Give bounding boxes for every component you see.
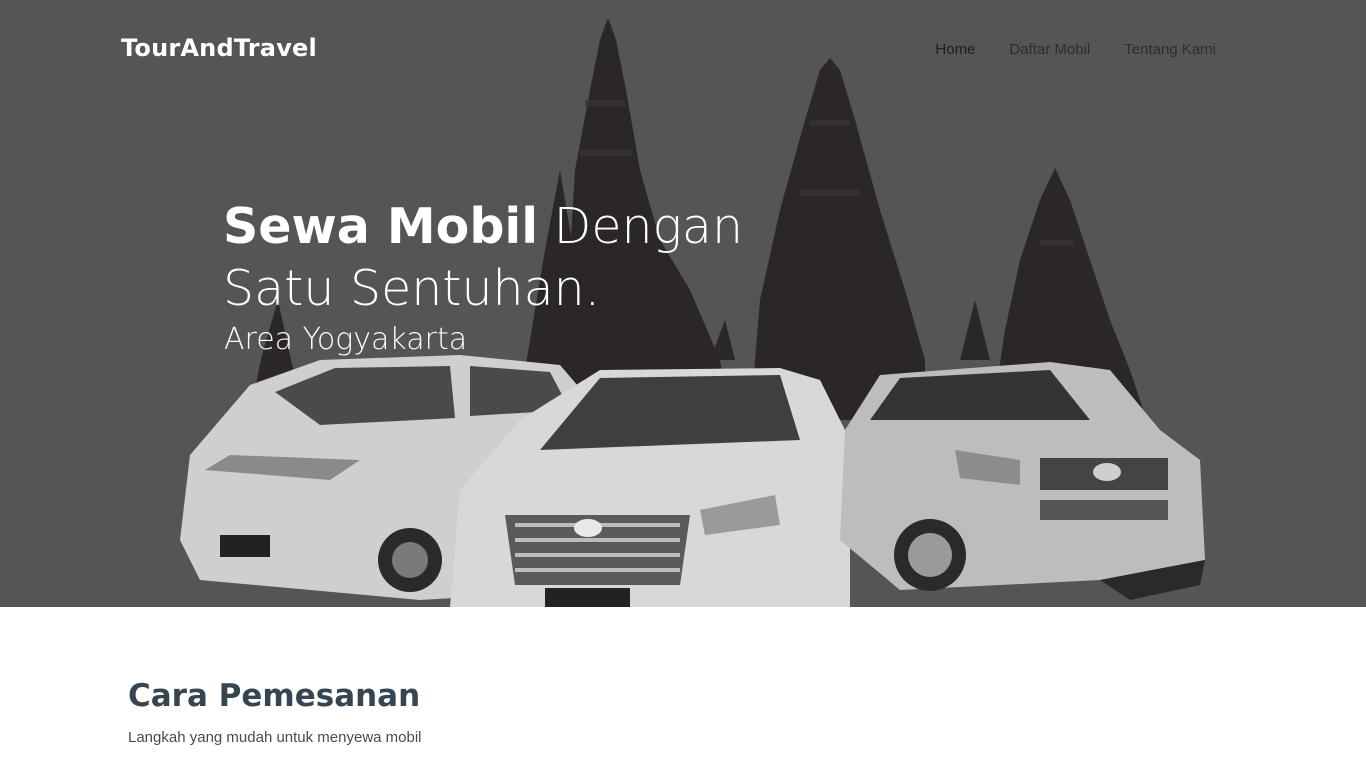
- section-title: Cara Pemesanan: [128, 678, 421, 714]
- hero-subtitle: Area Yogyakarta: [224, 322, 468, 357]
- main-nav: Home Daftar Mobil Tentang Kami: [935, 41, 1216, 58]
- hero-banner: TourAndTravel Home Daftar Mobil Tentang …: [0, 0, 1366, 607]
- hero-headline-line2: Satu Sentuhan.: [223, 260, 601, 317]
- nav-home-link[interactable]: Home: [935, 41, 975, 58]
- section-subtitle: Langkah yang mudah untuk menyewa mobil: [128, 729, 422, 746]
- hero-headline: Sewa Mobil Dengan Satu Sentuhan.: [223, 196, 743, 320]
- brand-logo[interactable]: TourAndTravel: [121, 34, 317, 62]
- nav-daftar-mobil-link[interactable]: Daftar Mobil: [1009, 41, 1090, 58]
- nav-tentang-kami-link[interactable]: Tentang Kami: [1124, 41, 1216, 58]
- hero-headline-rest: Dengan: [538, 198, 744, 255]
- hero-headline-strong: Sewa Mobil: [223, 198, 539, 255]
